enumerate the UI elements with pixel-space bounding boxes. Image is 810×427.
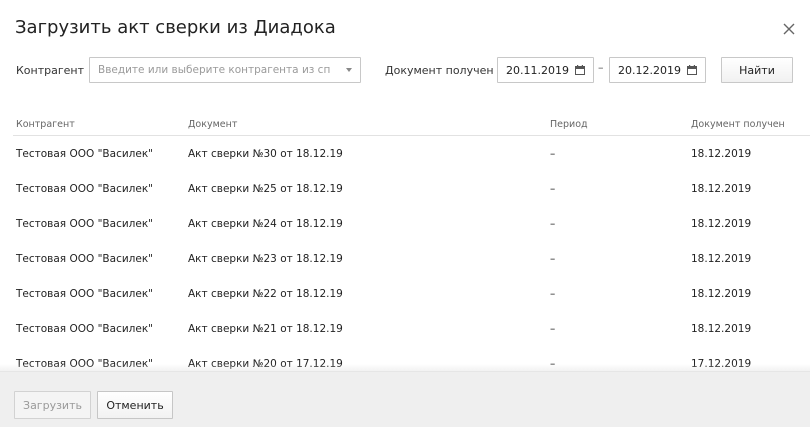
cell-document: Акт сверки №24 от 18.12.19 <box>188 218 343 230</box>
cancel-button[interactable]: Отменить <box>97 391 173 419</box>
filter-bar: Контрагент Документ получен 20.11.2019 –… <box>0 57 810 85</box>
column-header-period[interactable]: Период <box>550 119 588 130</box>
cell-period: – <box>550 218 556 230</box>
cell-received: 18.12.2019 <box>691 253 752 265</box>
date-from-field[interactable]: 20.11.2019 <box>497 57 594 83</box>
cell-period: – <box>550 288 556 300</box>
column-header-received[interactable]: Документ получен <box>691 119 785 130</box>
column-header-document[interactable]: Документ <box>188 119 237 130</box>
find-button[interactable]: Найти <box>721 57 793 83</box>
cell-document: Акт сверки №22 от 18.12.19 <box>188 288 343 300</box>
upload-button[interactable]: Загрузить <box>14 391 91 419</box>
counterparty-input[interactable] <box>90 58 330 82</box>
cell-period: – <box>550 183 556 195</box>
received-label: Документ получен <box>385 64 494 77</box>
close-icon[interactable] <box>778 18 800 40</box>
dialog-footer: Загрузить Отменить <box>0 364 810 427</box>
table-row[interactable]: Тестовая ООО "Василек" Акт сверки №30 от… <box>13 137 810 172</box>
date-range-separator: – <box>598 61 604 74</box>
cell-received: 18.12.2019 <box>691 183 752 195</box>
table-row[interactable]: Тестовая ООО "Василек" Акт сверки №23 от… <box>13 242 810 277</box>
table-body: Тестовая ООО "Василек" Акт сверки №30 от… <box>13 137 810 370</box>
cell-document: Акт сверки №30 от 18.12.19 <box>188 148 343 160</box>
cell-counterparty: Тестовая ООО "Василек" <box>16 288 154 300</box>
cell-counterparty: Тестовая ООО "Василек" <box>16 323 154 335</box>
cell-period: – <box>550 323 556 335</box>
cell-period: – <box>550 253 556 265</box>
cell-counterparty: Тестовая ООО "Василек" <box>16 253 154 265</box>
cell-received: 18.12.2019 <box>691 148 752 160</box>
documents-table: Контрагент Документ Период Документ полу… <box>13 113 810 370</box>
cell-counterparty: Тестовая ООО "Василек" <box>16 183 154 195</box>
cell-received: 18.12.2019 <box>691 323 752 335</box>
cell-document: Акт сверки №21 от 18.12.19 <box>188 323 343 335</box>
cell-received: 18.12.2019 <box>691 288 752 300</box>
table-row[interactable]: Тестовая ООО "Василек" Акт сверки №24 от… <box>13 207 810 242</box>
chevron-down-icon[interactable] <box>346 68 352 72</box>
cell-received: 18.12.2019 <box>691 218 752 230</box>
date-from-value: 20.11.2019 <box>506 64 569 77</box>
table-row[interactable]: Тестовая ООО "Василек" Акт сверки №21 от… <box>13 312 810 347</box>
table-header: Контрагент Документ Период Документ полу… <box>13 113 810 136</box>
counterparty-label: Контрагент <box>16 64 85 77</box>
cell-document: Акт сверки №25 от 18.12.19 <box>188 183 343 195</box>
column-header-counterparty[interactable]: Контрагент <box>16 119 75 130</box>
cell-document: Акт сверки №23 от 18.12.19 <box>188 253 343 265</box>
calendar-icon[interactable] <box>687 65 697 75</box>
cell-period: – <box>550 148 556 160</box>
cell-counterparty: Тестовая ООО "Василек" <box>16 218 154 230</box>
dialog-title: Загрузить акт сверки из Диадока <box>15 17 336 38</box>
table-row[interactable]: Тестовая ООО "Василек" Акт сверки №25 от… <box>13 172 810 207</box>
counterparty-combobox[interactable] <box>89 57 361 83</box>
cell-counterparty: Тестовая ООО "Василек" <box>16 148 154 160</box>
date-to-value: 20.12.2019 <box>618 64 681 77</box>
table-row[interactable]: Тестовая ООО "Василек" Акт сверки №22 от… <box>13 277 810 312</box>
date-to-field[interactable]: 20.12.2019 <box>609 57 706 83</box>
calendar-icon[interactable] <box>575 65 585 75</box>
